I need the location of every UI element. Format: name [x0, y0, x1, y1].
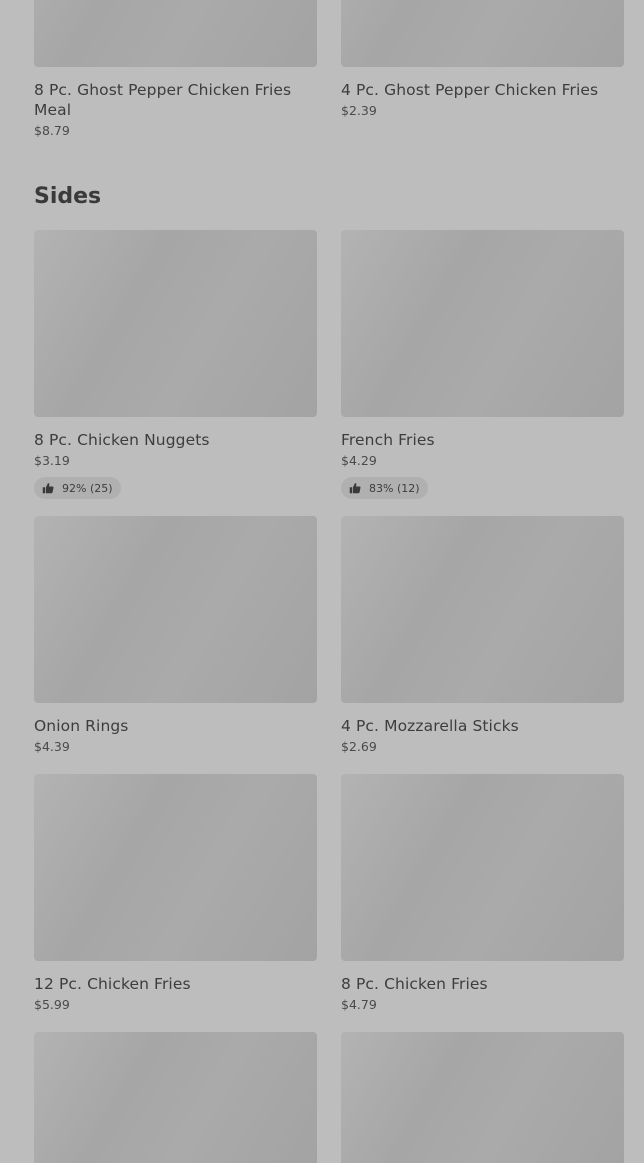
item-title: 4 Pc. Mozzarella Sticks: [341, 717, 519, 735]
item-price: $4.39: [34, 739, 70, 754]
item-price: $8.79: [34, 123, 70, 138]
thumbs-up-icon: [42, 483, 54, 494]
menu-item-card[interactable]: 8 Pc. Chicken Fries $4.79: [341, 774, 624, 1013]
item-image: [341, 1032, 624, 1163]
menu-item-card[interactable]: 8 Pc. Chicken Nuggets $3.19 92% (25): [34, 230, 317, 499]
item-image: [341, 0, 624, 67]
rating-text: 83% (12): [369, 481, 420, 495]
menu-item-card[interactable]: 4 Pc. Ghost Pepper Chicken Fries $2.39: [341, 0, 624, 119]
menu-item-card[interactable]: French Fries $4.29 83% (12): [341, 230, 624, 499]
item-image: [341, 230, 624, 417]
item-image: [34, 230, 317, 417]
item-price: $2.69: [341, 739, 377, 754]
menu-item-card[interactable]: [341, 1032, 624, 1163]
item-price: $2.39: [341, 103, 377, 118]
item-image: [341, 774, 624, 961]
item-image: [341, 516, 624, 703]
item-title: Onion Rings: [34, 717, 129, 735]
item-price: $4.79: [341, 997, 377, 1012]
menu-item-card[interactable]: 12 Pc. Chicken Fries $5.99: [34, 774, 317, 1013]
thumbs-up-icon: [349, 483, 361, 494]
item-title: 8 Pc. Chicken Nuggets: [34, 431, 210, 449]
item-price: $5.99: [34, 997, 70, 1012]
item-title: 8 Pc. Ghost Pepper Chicken Fries Meal: [34, 81, 292, 119]
item-title: 4 Pc. Ghost Pepper Chicken Fries: [341, 81, 599, 99]
rating-badge: 83% (12): [341, 477, 428, 499]
menu-item-card[interactable]: [34, 1032, 317, 1163]
item-price: $3.19: [34, 453, 70, 468]
item-image: [34, 516, 317, 703]
item-image: [34, 1032, 317, 1163]
item-title: French Fries: [341, 431, 435, 449]
menu-page: 8 Pc. Ghost Pepper Chicken Fries Meal $8…: [0, 0, 644, 1163]
section-heading-sides: Sides: [34, 184, 102, 209]
menu-item-card[interactable]: 4 Pc. Mozzarella Sticks $2.69: [341, 516, 624, 755]
item-title: 12 Pc. Chicken Fries: [34, 975, 191, 993]
item-title: 8 Pc. Chicken Fries: [341, 975, 488, 993]
item-image: [34, 0, 317, 67]
rating-text: 92% (25): [62, 481, 113, 495]
menu-item-card[interactable]: Onion Rings $4.39: [34, 516, 317, 755]
item-image: [34, 774, 317, 961]
menu-item-card[interactable]: 8 Pc. Ghost Pepper Chicken Fries Meal $8…: [34, 0, 317, 139]
rating-badge: 92% (25): [34, 477, 121, 499]
item-price: $4.29: [341, 453, 377, 468]
